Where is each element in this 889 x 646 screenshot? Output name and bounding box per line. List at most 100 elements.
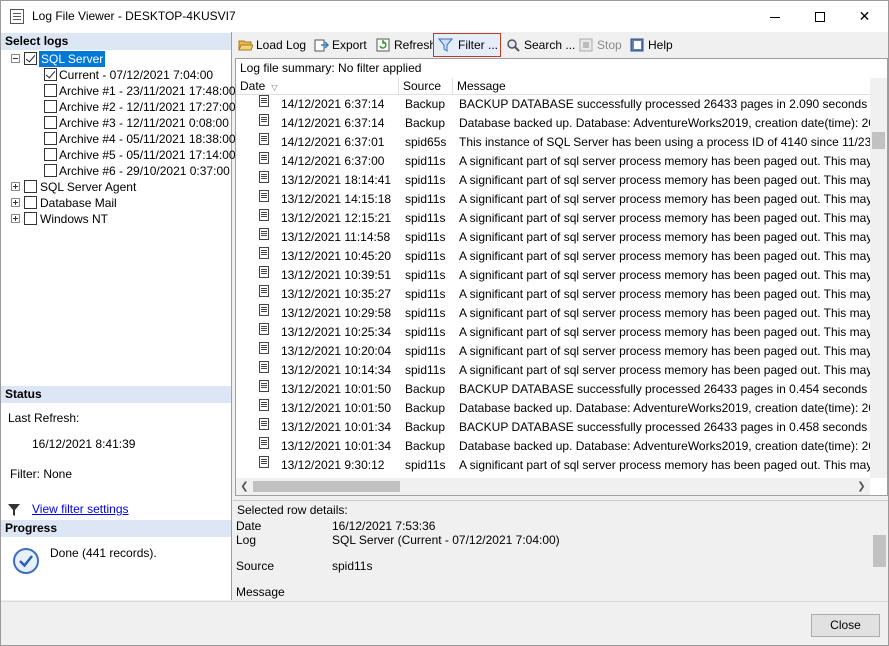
window-title: Log File Viewer - DESKTOP-4KUSVI7 (32, 9, 236, 23)
stop-button[interactable]: Stop (577, 35, 622, 56)
stop-icon (579, 38, 593, 52)
tree-node-archive[interactable]: Current - 07/12/2021 7:04:00 (1, 67, 231, 83)
log-entry-icon (259, 209, 269, 221)
archive-checkbox[interactable] (44, 116, 57, 129)
tree-node-database-mail[interactable]: Database Mail (1, 195, 231, 211)
tree-node-archive[interactable]: Archive #6 - 29/10/2021 0:37:00 (1, 163, 231, 179)
sql-server-agent-label[interactable]: SQL Server Agent (40, 179, 136, 195)
toolbar: Load Log Export Refresh Filter ... Searc… (233, 32, 888, 57)
refresh-button[interactable]: Refresh (374, 35, 436, 56)
archive-label[interactable]: Archive #4 - 05/11/2021 18:38:00 (59, 131, 236, 147)
tree-node-archive[interactable]: Archive #5 - 05/11/2021 17:14:00 (1, 147, 236, 163)
tree-node-sql-server-agent[interactable]: SQL Server Agent (1, 179, 231, 195)
database-mail-checkbox[interactable] (24, 196, 37, 209)
archive-checkbox[interactable] (44, 84, 57, 97)
tree-node-sql-server[interactable]: SQL Server (1, 51, 231, 67)
archive-label[interactable]: Archive #2 - 12/11/2021 17:27:00 (59, 99, 236, 115)
table-row[interactable]: 13/12/2021 10:01:34 Backup Database backed… (236, 437, 870, 456)
export-button[interactable]: Export (312, 35, 367, 56)
archive-label[interactable]: Archive #6 - 29/10/2021 0:37:00 (59, 163, 230, 179)
row-message: A significant part of sql server process… (459, 249, 870, 263)
table-row[interactable]: 13/12/2021 10:01:34 Backup BACKUP DATABASE… (236, 418, 870, 437)
grid-horizontal-scroll-thumb[interactable] (253, 481, 400, 492)
load-log-label: Load Log (256, 38, 307, 52)
table-row[interactable]: 13/12/2021 10:25:34 spid11s A significant … (236, 323, 870, 342)
log-entry-icon (259, 437, 269, 449)
stop-label: Stop (597, 38, 622, 52)
table-row[interactable]: 13/12/2021 10:39:51 spid11s A significant … (236, 266, 870, 285)
log-summary: Log file summary: No filter applied (240, 61, 422, 75)
tree-node-windows-nt[interactable]: Windows NT (1, 211, 231, 227)
details-source-label: Source (236, 559, 275, 573)
archive-label[interactable]: Current - 07/12/2021 7:04:00 (59, 67, 213, 83)
table-row[interactable]: 13/12/2021 10:01:50 Backup BACKUP DATABASE… (236, 380, 870, 399)
row-date: 13/12/2021 10:20:04 (281, 344, 392, 358)
archive-label[interactable]: Archive #3 - 12/11/2021 0:08:00 (59, 115, 229, 131)
windows-nt-checkbox[interactable] (24, 212, 37, 225)
tree-node-archive[interactable]: Archive #2 - 12/11/2021 17:27:00 (1, 99, 236, 115)
scroll-left-icon[interactable]: ❮ (236, 478, 253, 495)
left-pane: Select logs SQL Server Current - 07/12/2… (1, 32, 236, 600)
view-filter-settings-link[interactable]: View filter settings (32, 502, 129, 516)
table-row[interactable]: 14/12/2021 6:37:14 Backup BACKUP DATABASE … (236, 95, 870, 114)
archive-label[interactable]: Archive #5 - 05/11/2021 17:14:00 (59, 147, 236, 163)
row-message: Database backed up. Database: AdventureW… (459, 401, 870, 415)
scroll-right-icon[interactable]: ❯ (853, 478, 870, 495)
sql-server-label[interactable]: SQL Server (39, 51, 106, 67)
table-row[interactable]: 13/12/2021 14:15:18 spid11s A significant … (236, 190, 870, 209)
close-button[interactable]: Close (811, 614, 880, 637)
tree-node-archive[interactable]: Archive #4 - 05/11/2021 18:38:00 (1, 131, 236, 147)
column-header-source[interactable]: Source (399, 78, 453, 95)
minimize-button[interactable] (752, 1, 797, 31)
archive-label[interactable]: Archive #1 - 23/11/2021 17:48:00 (59, 83, 236, 99)
archive-checkbox[interactable] (44, 132, 57, 145)
grid-vertical-scroll-thumb[interactable] (872, 132, 885, 149)
table-row[interactable]: 13/12/2021 10:14:34 spid11s A significant … (236, 361, 870, 380)
column-header-date[interactable]: Date ▽ (236, 78, 399, 95)
select-logs-header: Select logs (1, 33, 231, 50)
details-scroll-thumb[interactable] (873, 535, 886, 567)
column-header-message[interactable]: Message (453, 78, 870, 95)
sql-server-checkbox[interactable] (24, 52, 37, 65)
log-entry-icon (259, 133, 269, 145)
table-row[interactable]: 13/12/2021 10:35:27 spid11s A significant … (236, 285, 870, 304)
archive-checkbox[interactable] (44, 68, 57, 81)
collapse-icon[interactable] (11, 54, 20, 63)
table-row[interactable]: 13/12/2021 18:14:41 spid11s A significant … (236, 171, 870, 190)
tree-node-archive[interactable]: Archive #3 - 12/11/2021 0:08:00 (1, 115, 231, 131)
table-row[interactable]: 13/12/2021 11:14:58 spid11s A significant … (236, 228, 870, 247)
table-row[interactable]: 14/12/2021 6:37:01 spid65s This instance o… (236, 133, 870, 152)
log-file-viewer-window: Log File Viewer - DESKTOP-4KUSVI7 ✕ Sele… (0, 0, 889, 646)
tree-node-archive[interactable]: Archive #1 - 23/11/2021 17:48:00 (1, 83, 236, 99)
windows-nt-label[interactable]: Windows NT (40, 211, 108, 227)
database-mail-label[interactable]: Database Mail (40, 195, 117, 211)
close-window-button[interactable]: ✕ (842, 1, 887, 31)
filter-button[interactable]: Filter ... (433, 33, 501, 57)
grid-horizontal-scrollbar[interactable]: ❮ ❯ (236, 478, 870, 495)
help-button[interactable]: Help (628, 35, 673, 56)
table-row[interactable]: 14/12/2021 6:37:00 spid11s A significant p… (236, 152, 870, 171)
archive-checkbox[interactable] (44, 148, 57, 161)
grid-vertical-scrollbar[interactable] (870, 78, 887, 478)
expand-icon[interactable] (11, 214, 20, 223)
table-row[interactable]: 13/12/2021 10:01:50 Backup Database backed… (236, 399, 870, 418)
table-row[interactable]: 13/12/2021 10:20:04 spid11s A significant … (236, 342, 870, 361)
search-button[interactable]: Search ... (504, 35, 575, 56)
table-row[interactable]: 14/12/2021 6:37:14 Backup Database backed … (236, 114, 870, 133)
expand-icon[interactable] (11, 182, 20, 191)
load-log-button[interactable]: Load Log (236, 35, 306, 56)
archive-checkbox[interactable] (44, 100, 57, 113)
sql-server-agent-checkbox[interactable] (24, 180, 37, 193)
row-date: 13/12/2021 10:01:50 (281, 382, 392, 396)
maximize-button[interactable] (797, 1, 842, 31)
archive-checkbox[interactable] (44, 164, 57, 177)
expand-icon[interactable] (11, 198, 20, 207)
details-vertical-scrollbar[interactable] (871, 517, 888, 600)
table-row[interactable]: 13/12/2021 10:29:58 spid11s A significant … (236, 304, 870, 323)
row-source: Backup (405, 382, 446, 396)
table-row[interactable]: 13/12/2021 9:30:12 spid11s A significant p… (236, 456, 870, 475)
log-entry-icon (259, 380, 269, 392)
table-row[interactable]: 13/12/2021 12:15:21 spid11s A significant … (236, 209, 870, 228)
table-row[interactable]: 13/12/2021 10:45:20 spid11s A significant … (236, 247, 870, 266)
row-date: 14/12/2021 6:37:14 (281, 97, 385, 111)
